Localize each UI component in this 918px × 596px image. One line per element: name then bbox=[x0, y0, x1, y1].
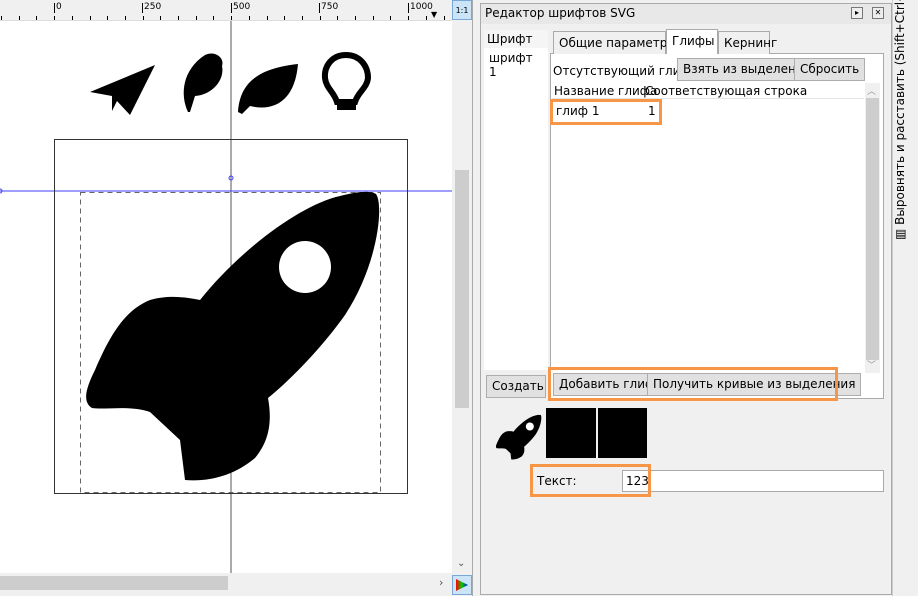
ruler-tick bbox=[319, 16, 321, 20]
ruler-tick bbox=[408, 16, 410, 20]
font-list-item[interactable]: шрифт 1 bbox=[484, 48, 548, 82]
rocket-window bbox=[279, 241, 331, 293]
ruler-label: 750 bbox=[319, 2, 339, 13]
scroll-right-icon[interactable]: › bbox=[439, 576, 443, 589]
ruler-tick bbox=[390, 16, 392, 20]
tab-general[interactable]: Общие параметры bbox=[553, 31, 677, 54]
missing-glyph-preview bbox=[546, 408, 596, 458]
feather-icon bbox=[183, 53, 223, 112]
missing-glyph-label: Отсутствующий глиф: bbox=[553, 64, 695, 78]
scroll-down-icon[interactable]: ⌄ bbox=[457, 558, 465, 569]
ruler-label: 500 bbox=[231, 2, 251, 13]
ruler-tick bbox=[337, 16, 339, 20]
font-list[interactable]: Шрифт шрифт 1 bbox=[484, 30, 548, 370]
ruler-tick bbox=[54, 16, 56, 20]
horizontal-ruler[interactable]: 0 250 500 750 1000 ▼ bbox=[0, 0, 452, 21]
panel-close-button[interactable]: ✕ bbox=[872, 7, 884, 19]
column-header-matching-string[interactable]: Соответствующая строка bbox=[645, 84, 807, 98]
horizontal-scroll-thumb[interactable] bbox=[0, 576, 228, 590]
highlight-glyph-row bbox=[550, 99, 662, 125]
ruler-tick bbox=[443, 16, 445, 20]
ruler-tick bbox=[284, 16, 286, 20]
ruler-tick bbox=[1, 16, 2, 20]
vertical-scroll-thumb[interactable] bbox=[455, 170, 469, 408]
ruler-label: 0 bbox=[54, 2, 62, 13]
drawing-canvas[interactable] bbox=[0, 21, 452, 573]
reset-button[interactable]: Сбросить bbox=[794, 58, 866, 81]
font-list-header: Шрифт bbox=[484, 30, 548, 48]
ruler-tick bbox=[248, 16, 250, 20]
highlight-text-field bbox=[530, 464, 651, 497]
ruler-arrow-icon: ▼ bbox=[431, 10, 438, 19]
missing-glyph-preview bbox=[598, 408, 647, 458]
ruler-tick bbox=[107, 16, 109, 20]
ruler-tick bbox=[160, 16, 162, 20]
panel-menu-button[interactable]: ▸ bbox=[851, 7, 863, 19]
highlight-buttons bbox=[548, 367, 838, 401]
table-scroll-thumb[interactable] bbox=[866, 98, 879, 360]
ruler-tick bbox=[231, 16, 233, 20]
tab-kerning[interactable]: Кернинг bbox=[718, 31, 777, 54]
glyph-table[interactable] bbox=[552, 83, 880, 373]
ruler-tick bbox=[301, 16, 303, 20]
column-header-glyph-name[interactable]: Название глифа bbox=[554, 84, 657, 98]
lightbulb-icon bbox=[321, 51, 372, 110]
ruler-tick bbox=[124, 16, 126, 20]
ruler-tick bbox=[213, 16, 215, 20]
ruler-tick bbox=[425, 16, 427, 20]
ruler-tick bbox=[372, 16, 374, 20]
ruler-tick bbox=[355, 16, 356, 20]
ruler-tick bbox=[195, 16, 197, 20]
ruler-label: 1000 bbox=[408, 2, 433, 13]
canvas-drawing bbox=[0, 21, 452, 573]
ruler-tick bbox=[36, 16, 38, 20]
zoom-1to1-button[interactable]: 1:1 bbox=[452, 0, 472, 20]
ruler-tick bbox=[142, 16, 144, 20]
preview-text-input[interactable]: 123 bbox=[622, 470, 884, 492]
paper-plane-icon bbox=[90, 65, 155, 115]
panel-separator[interactable] bbox=[472, 0, 480, 596]
scroll-down-icon[interactable]: ﹀ bbox=[867, 358, 876, 371]
rocket-preview-icon bbox=[495, 414, 542, 460]
ruler-label: 250 bbox=[142, 2, 162, 13]
scroll-up-icon[interactable]: ︿ bbox=[867, 84, 876, 97]
panel-title: Редактор шрифтов SVG bbox=[485, 6, 636, 20]
ruler-tick bbox=[266, 16, 268, 20]
ruler-tick bbox=[71, 16, 73, 20]
align-distribute-tab[interactable]: ▥ Выровнять и расставить (Shift+Ctrl+A) bbox=[893, 0, 907, 240]
color-management-button[interactable] bbox=[452, 575, 472, 595]
leaf-icon bbox=[238, 64, 298, 114]
ruler-tick bbox=[89, 16, 91, 20]
ruler-tick bbox=[18, 16, 20, 20]
tab-glyphs[interactable]: Глифы bbox=[666, 29, 718, 54]
ruler-tick bbox=[178, 16, 179, 20]
create-font-button[interactable]: Создать bbox=[486, 375, 546, 398]
rocket-glyph bbox=[86, 191, 380, 481]
color-triangle-icon bbox=[456, 579, 468, 591]
zoom-icon: 1:1 bbox=[455, 5, 469, 15]
align-icon: ▥ bbox=[893, 228, 907, 240]
align-tab-label: Выровнять и расставить (Shift+Ctrl+A) bbox=[893, 0, 907, 225]
